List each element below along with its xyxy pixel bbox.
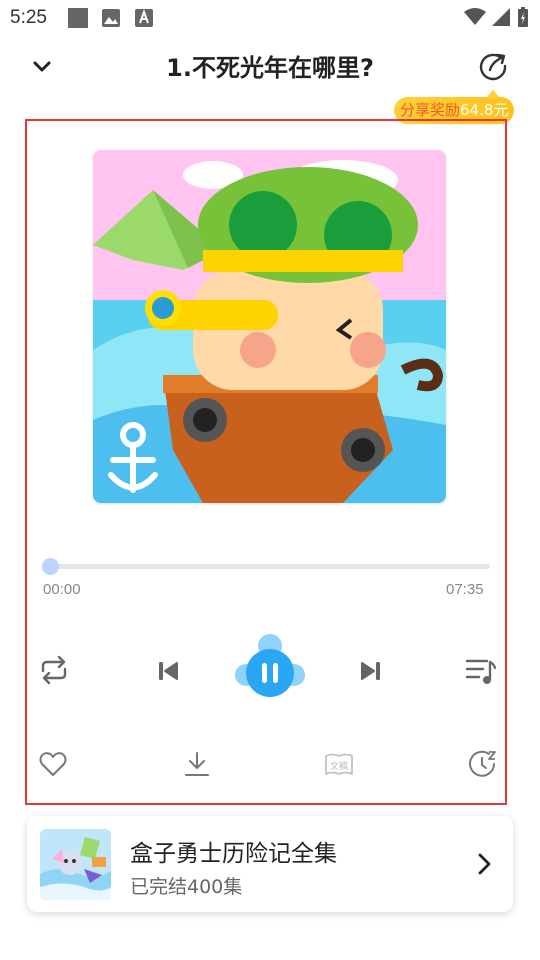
gallery-icon (102, 9, 120, 27)
download-icon (185, 752, 209, 776)
transcript-label: 文稿 (330, 760, 348, 772)
image-placeholder-icon (68, 8, 88, 28)
wifi-icon (464, 8, 486, 25)
page-title: 1.不死光年在哪里? (166, 54, 374, 82)
next-icon (361, 662, 380, 680)
progress-thumb[interactable] (42, 558, 59, 575)
pause-icon (235, 634, 305, 697)
album-episode-count: 已完结400集 (130, 876, 243, 898)
transcript-button[interactable]: 文稿 (324, 751, 354, 777)
cover-art (93, 150, 446, 503)
album-thumbnail (40, 829, 111, 900)
like-button[interactable] (39, 751, 67, 777)
transcript-icon: 文稿 (325, 753, 353, 775)
next-button[interactable] (360, 660, 382, 682)
album-name: 盒子勇士历险记全集 (130, 841, 337, 867)
playlist-icon (465, 659, 497, 684)
share-arrow-icon[interactable] (477, 50, 509, 82)
download-button[interactable] (183, 750, 211, 778)
cell-signal-icon (492, 8, 510, 26)
progress-track[interactable] (50, 564, 490, 569)
total-time: 07:35 (446, 581, 484, 598)
battery-charging-icon (518, 7, 528, 27)
pause-button[interactable] (234, 633, 306, 701)
playlist-button[interactable] (465, 656, 497, 686)
repeat-button[interactable] (38, 655, 70, 685)
status-bar: 5:25 (0, 0, 540, 38)
font-app-icon (135, 9, 153, 27)
share-reward-label: 分享奖励 (400, 101, 461, 119)
chevron-right-icon (478, 853, 491, 875)
sleep-timer-icon (469, 750, 496, 777)
previous-button[interactable] (157, 660, 179, 682)
previous-icon (159, 662, 178, 680)
repeat-icon (41, 655, 67, 685)
share-reward-amount: 64.8元 (460, 101, 509, 119)
current-time: 00:00 (43, 581, 81, 598)
album-card[interactable]: 盒子勇士历险记全集 已完结400集 (27, 816, 513, 912)
like-icon (39, 752, 67, 776)
chevron-down-icon[interactable] (28, 52, 56, 80)
sleep-timer-button[interactable] (467, 749, 497, 779)
status-time: 5:25 (10, 7, 47, 28)
